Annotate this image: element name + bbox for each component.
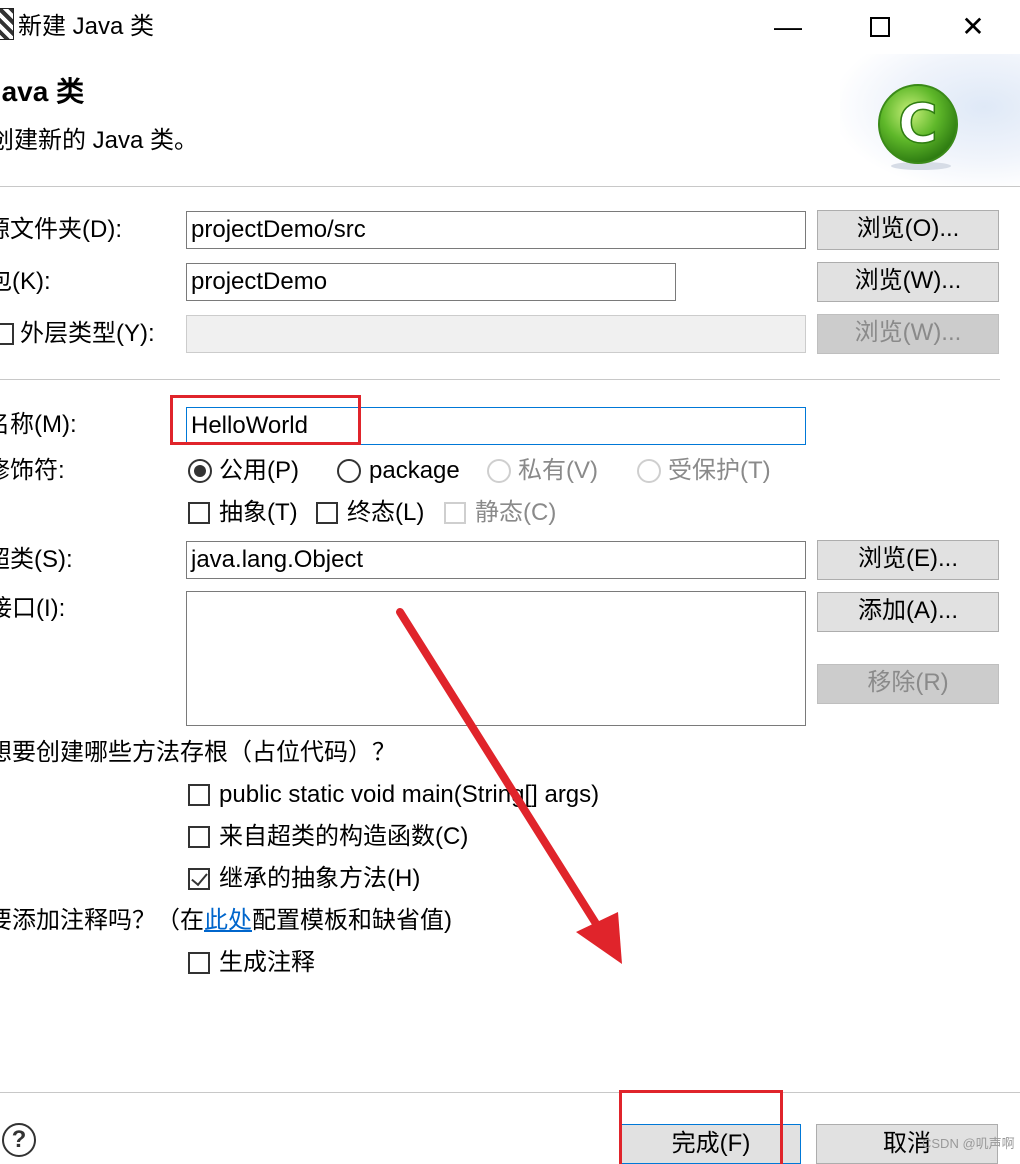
interfaces-add-button[interactable]: 添加(A)... xyxy=(817,592,999,632)
source-folder-browse-button[interactable]: 浏览(O)... xyxy=(817,210,999,250)
enclosing-type-browse-button: 浏览(W)... xyxy=(817,314,999,354)
constructors-checkbox[interactable] xyxy=(188,826,210,848)
comments-question: 要添加注释吗？（在此处配置模板和缺省值) xyxy=(0,906,452,936)
superclass-label: 超类(S): xyxy=(0,546,73,573)
enclosing-type-checkbox[interactable] xyxy=(0,323,14,345)
method-stubs-question: 想要创建哪些方法存根（占位代码）？ xyxy=(0,739,396,766)
banner-heading: Java 类 xyxy=(0,76,85,107)
name-label: 名称(M): xyxy=(0,411,77,438)
svg-text:C: C xyxy=(898,92,938,155)
package-input[interactable]: projectDemo xyxy=(186,263,676,301)
modifier-abstract-checkbox[interactable] xyxy=(188,502,210,524)
modifier-package-radio[interactable] xyxy=(337,459,361,483)
configure-templates-link[interactable]: 此处 xyxy=(204,907,252,934)
modifier-static-checkbox xyxy=(444,502,466,524)
modifier-package-label: package xyxy=(369,457,460,484)
minimize-icon[interactable]: — xyxy=(765,0,811,54)
csdn-watermark: CSDN @叽声啊 xyxy=(922,1136,1015,1151)
footer-divider xyxy=(0,1092,1020,1093)
main-method-checkbox[interactable] xyxy=(188,784,210,806)
interfaces-remove-button: 移除(R) xyxy=(817,664,999,704)
modifier-private-label: 私有(V) xyxy=(518,457,598,484)
java-class-wizard-icon: C xyxy=(878,84,958,170)
modifier-abstract-label: 抽象(T) xyxy=(219,499,298,526)
finish-highlight-box xyxy=(619,1090,783,1164)
modifier-final-checkbox[interactable] xyxy=(316,502,338,524)
java-app-icon xyxy=(0,8,14,40)
generate-comments-checkbox[interactable] xyxy=(188,952,210,974)
name-highlight-box xyxy=(170,395,361,445)
source-folder-input[interactable]: projectDemo/src xyxy=(186,211,806,249)
inherited-abstract-checkbox[interactable] xyxy=(188,868,210,890)
package-browse-button[interactable]: 浏览(W)... xyxy=(817,262,999,302)
source-folder-label: 源文件夹(D): xyxy=(0,216,122,243)
modifier-public-label: 公用(P) xyxy=(219,457,299,484)
modifier-static-label: 静态(C) xyxy=(475,499,557,526)
enclosing-type-label: 外层类型(Y): xyxy=(20,320,155,347)
help-icon[interactable]: ? xyxy=(2,1123,36,1157)
generate-comments-label: 生成注释 xyxy=(219,949,315,976)
modifier-protected-radio xyxy=(637,459,661,483)
superclass-input[interactable]: java.lang.Object xyxy=(186,541,806,579)
modifier-public-radio[interactable] xyxy=(188,459,212,483)
close-icon[interactable]: ✕ xyxy=(950,0,996,54)
enclosing-type-input xyxy=(186,315,806,353)
comments-question-prefix: 要添加注释吗？（在 xyxy=(0,907,204,934)
window-title: 新建 Java 类 xyxy=(18,13,155,40)
maximize-icon[interactable] xyxy=(870,17,890,37)
modifier-protected-label: 受保护(T) xyxy=(668,457,771,484)
superclass-browse-button[interactable]: 浏览(E)... xyxy=(817,540,999,580)
form-separator xyxy=(0,379,1000,380)
interfaces-label: 接口(I): xyxy=(0,595,66,622)
package-label: 包(K): xyxy=(0,268,51,295)
red-arrow-annotation xyxy=(396,608,622,964)
modifier-final-label: 终态(L) xyxy=(347,499,425,526)
modifier-private-radio xyxy=(487,459,511,483)
modifiers-label: 修饰符: xyxy=(0,457,65,484)
banner-description: 创建新的 Java 类。 xyxy=(0,127,199,154)
